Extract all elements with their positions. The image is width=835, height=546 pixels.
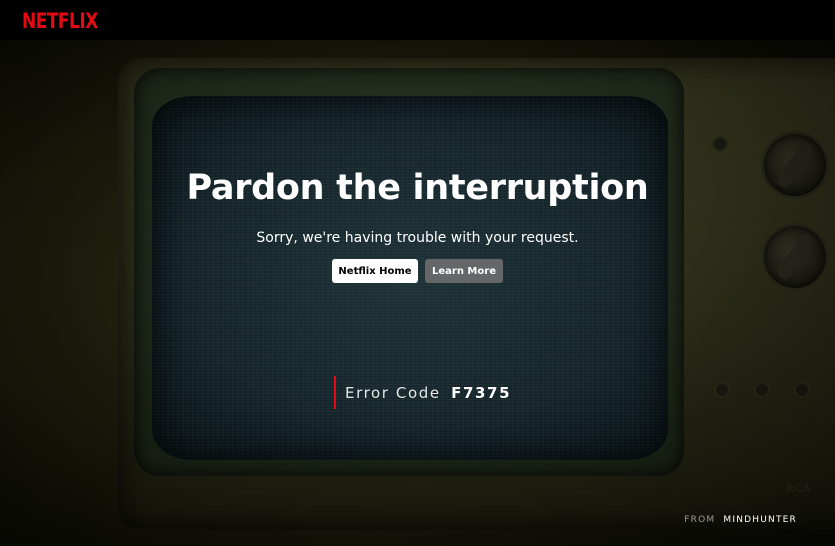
from-label: FROM [684, 515, 716, 525]
netflix-logo[interactable]: NETFLIX [22, 9, 98, 34]
top-nav-bar: NETFLIX [0, 0, 835, 40]
from-attribution: FROM MINDHUNTER [684, 515, 797, 525]
learn-more-button[interactable]: Learn More [425, 259, 503, 283]
error-subtitle: Sorry, we're having trouble with your re… [256, 230, 579, 246]
netflix-home-button[interactable]: Netflix Home [332, 259, 418, 283]
page-title: Pardon the interruption [186, 168, 649, 208]
error-code-line: Error Code F7375 [345, 384, 511, 402]
error-accent-bar [334, 376, 336, 409]
error-code-label: Error Code [345, 384, 441, 402]
error-code-value: F7375 [451, 384, 512, 402]
from-title: MINDHUNTER [723, 515, 797, 525]
error-content: Pardon the interruption Sorry, we're hav… [0, 0, 835, 546]
